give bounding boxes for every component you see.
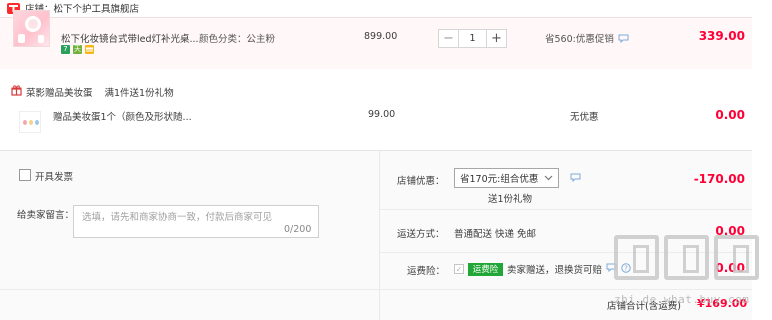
gift-icon [11,85,22,99]
message-label: 给卖家留言： [17,210,75,221]
shipping-label: 运送方式： [397,229,445,240]
gift-rule: 满1件送1份礼物 [104,88,174,99]
total-amount: ¥169.00 [697,297,748,310]
store-header: 店铺：松下个护工具旗舰店 [0,0,772,16]
total-label: 店铺合计(含运费) [607,301,681,312]
store-discount-amount: -170.00 [693,172,745,186]
store-discount-note: 送1份礼物 [488,194,533,205]
product-thumbnail[interactable] [13,10,50,47]
product-title[interactable]: 松下化妆镜台式带led灯补光桌... [61,31,199,45]
message-placeholder: 选填，请先和商家协商一致，付款后商家可见 [82,212,273,223]
help-icon[interactable]: ? [621,262,631,276]
quantity-stepper: − 1 + [438,29,507,48]
gift-header-title: 菜影赠品美妆蛋 [26,88,93,99]
row-divider-3 [0,289,752,290]
gift-subtotal: 0.00 [715,108,745,122]
card-payment-icon [85,45,94,54]
insurance-label: 运费险： [407,266,446,277]
message-char-counter: 0/200 [284,224,312,235]
gift-price: 99.00 [368,109,396,120]
shipping-amount: 0.00 [715,224,745,238]
invoice-label: 开具发票 [35,172,74,183]
insurance-badge: 运费险 [468,262,503,276]
invoice-checkbox[interactable] [19,169,31,181]
insurance-description: 卖家赠送，退换货可赔 [507,265,603,276]
item-promo: 省560:优惠促销 [545,31,629,45]
column-divider [379,151,380,320]
row-divider-2 [380,252,752,253]
chat-bubble-icon[interactable] [618,34,629,43]
store-discount-selected: 省170元:组合优惠 [460,174,539,185]
insurance-amount: 0.00 [715,261,745,275]
gift-thumbnail[interactable] [19,111,41,133]
unit-price: 899.00 [364,31,398,42]
tmall-service-icon: 天 [73,45,82,54]
quantity-value[interactable]: 1 [458,30,487,47]
product-tags: 7 天 [61,45,94,54]
shipping-method: 普通配送 快递 免邮 [454,229,537,240]
item-promo-text: 省560:优惠促销 [545,34,614,45]
increase-quantity-button[interactable]: + [487,30,506,47]
gift-header: 菜影赠品美妆蛋 满1件送1份礼物 [0,84,772,100]
seven-day-return-icon: 7 [61,45,70,54]
gift-title[interactable]: 赠品美妆蛋1个（颜色及形状随... [53,109,192,123]
row-divider-1 [380,209,752,210]
chevron-down-icon [544,173,553,184]
chat-bubble-icon[interactable] [606,263,617,275]
insurance-checkbox[interactable]: ✓ [454,264,464,274]
chat-bubble-icon[interactable] [570,173,581,185]
gift-promo: 无优惠 [570,112,599,123]
decrease-quantity-button[interactable]: − [439,30,458,47]
store-discount-select[interactable]: 省170元:组合优惠 [454,168,559,188]
insurance-row: ✓ 运费险 卖家赠送，退换货可赔 ? [454,262,631,276]
product-option: 颜色分类：公主粉 [199,34,276,45]
store-discount-label: 店铺优惠： [397,176,445,187]
svg-text:?: ? [624,264,628,272]
item-subtotal: 339.00 [698,29,745,43]
